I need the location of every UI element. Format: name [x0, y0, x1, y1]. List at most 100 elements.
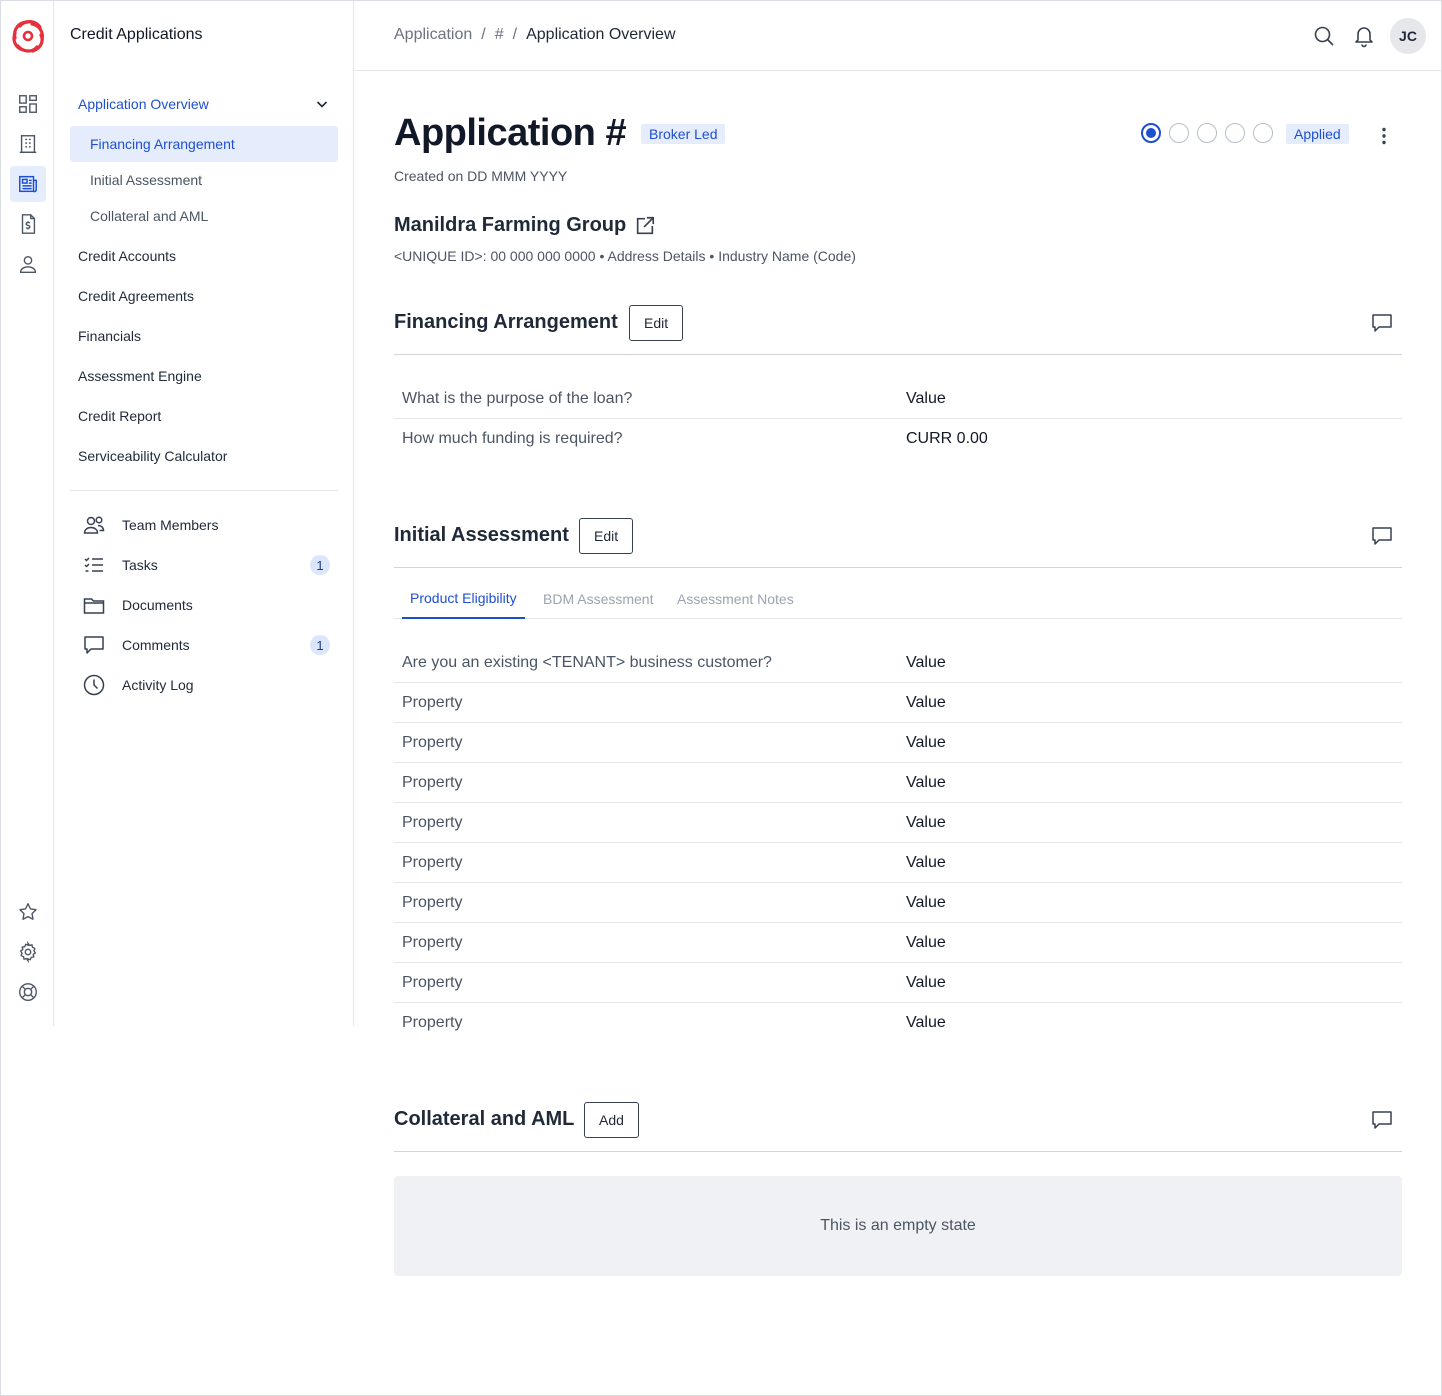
- rail-favourites-button[interactable]: [10, 894, 46, 930]
- company-meta: <UNIQUE ID>: 00 000 000 0000 • Address D…: [394, 248, 856, 264]
- sidebar-item-credit-accounts[interactable]: Credit Accounts: [70, 238, 338, 274]
- tab-assessment-notes[interactable]: Assessment Notes: [677, 578, 794, 619]
- assessment-comment-button[interactable]: [1370, 524, 1394, 548]
- sidebar-item-label: Collateral and AML: [90, 208, 209, 224]
- detail-label: How much funding is required?: [402, 430, 623, 447]
- assessment-section-header: Initial Assessment Edit: [394, 518, 1402, 568]
- detail-row: Property Value: [394, 763, 1402, 803]
- collateral-section-header: Collateral and AML Add: [394, 1102, 1402, 1152]
- detail-label: Are you an existing <TENANT> business cu…: [402, 653, 772, 671]
- sidebar-item-label: Tasks: [122, 557, 158, 573]
- sidebar-item-label: Financials: [78, 328, 142, 344]
- breadcrumb-item-application[interactable]: Application: [394, 26, 472, 44]
- user-icon: [19, 255, 37, 273]
- detail-row: Property Value: [394, 683, 1402, 723]
- comment-icon: [1372, 314, 1392, 332]
- status-step-3[interactable]: [1197, 123, 1217, 143]
- sidebar-item-credit-report[interactable]: Credit Report: [70, 398, 338, 434]
- detail-label: Property: [402, 853, 463, 871]
- applications-icon: [19, 175, 37, 193]
- sidebar-item-comments[interactable]: Comments 1: [82, 627, 330, 663]
- sidebar-item-team-members[interactable]: Team Members: [82, 507, 330, 543]
- detail-value: Value: [906, 813, 946, 831]
- detail-value: Value: [906, 693, 946, 711]
- detail-value: CURR 0.00: [906, 430, 988, 447]
- rail-invoices-button[interactable]: [10, 206, 46, 242]
- status-badge: Applied: [1286, 124, 1349, 144]
- status-step-5[interactable]: [1253, 123, 1273, 143]
- detail-row: Property Value: [394, 723, 1402, 763]
- comment-icon: [1372, 527, 1392, 545]
- collateral-empty-state: This is an empty state: [394, 1176, 1402, 1276]
- comments-count-badge: 1: [310, 635, 330, 655]
- clock-icon: [83, 674, 105, 696]
- breadcrumb-item-id[interactable]: #: [495, 26, 504, 44]
- sidebar-item-label: Documents: [122, 597, 193, 613]
- section-sidebar: Credit Applications Application Overview…: [54, 1, 354, 1026]
- collateral-comment-button[interactable]: [1370, 1108, 1394, 1132]
- rail-help-button[interactable]: [10, 974, 46, 1010]
- team-icon: [83, 516, 105, 534]
- sidebar-item-initial-assessment[interactable]: Initial Assessment: [70, 162, 338, 198]
- tab-bdm-assessment[interactable]: BDM Assessment: [543, 578, 653, 619]
- search-button[interactable]: [1311, 23, 1337, 49]
- financing-comment-button[interactable]: [1370, 311, 1394, 335]
- detail-value: Value: [906, 653, 946, 671]
- sidebar-divider: [70, 490, 338, 491]
- sidebar-item-credit-agreements[interactable]: Credit Agreements: [70, 278, 338, 314]
- company-name-link[interactable]: Manildra Farming Group: [394, 214, 656, 237]
- detail-label: What is the purpose of the loan?: [402, 389, 633, 407]
- status-step-2[interactable]: [1169, 123, 1189, 143]
- rail-contacts-button[interactable]: [10, 246, 46, 282]
- sidebar-section-application-overview[interactable]: Application Overview: [70, 87, 338, 121]
- invoice-dollar-icon: [21, 214, 36, 234]
- detail-value: Value: [906, 773, 946, 791]
- sidebar-item-tasks[interactable]: Tasks 1: [82, 547, 330, 583]
- detail-label: Property: [402, 693, 463, 711]
- top-bar: Application / # / Application Overview J…: [354, 1, 1442, 71]
- detail-value: Value: [906, 733, 946, 751]
- external-link-icon: [637, 216, 655, 234]
- rail-settings-button[interactable]: [10, 934, 46, 970]
- detail-label: Property: [402, 893, 463, 911]
- app-window: Credit Applications Application Overview…: [0, 0, 1442, 1396]
- sidebar-item-activity-log[interactable]: Activity Log: [82, 667, 330, 703]
- detail-row: Are you an existing <TENANT> business cu…: [394, 643, 1402, 683]
- section-title: Financing Arrangement: [394, 311, 618, 333]
- breadcrumb-item-current: Application Overview: [526, 26, 676, 43]
- more-options-button[interactable]: [1372, 124, 1396, 148]
- status-step-1[interactable]: [1141, 123, 1161, 143]
- comment-icon: [1372, 1111, 1392, 1129]
- user-avatar[interactable]: JC: [1390, 18, 1426, 54]
- folder-icon: [83, 598, 105, 614]
- rail-organisations-button[interactable]: [10, 126, 46, 162]
- status-step-4[interactable]: [1225, 123, 1245, 143]
- sidebar-item-assessment-engine[interactable]: Assessment Engine: [70, 358, 338, 394]
- rail-applications-button[interactable]: [10, 166, 46, 202]
- brand-logo-icon[interactable]: [9, 17, 47, 55]
- financing-edit-button[interactable]: Edit: [629, 305, 684, 341]
- detail-value: Value: [906, 853, 946, 871]
- status-stepper: [1141, 123, 1273, 143]
- sidebar-item-serviceability-calculator[interactable]: Serviceability Calculator: [70, 438, 338, 474]
- breadcrumb: Application / # / Application Overview: [394, 26, 676, 44]
- section-title: Collateral and AML: [394, 1108, 575, 1130]
- settings-gear-icon: [19, 941, 37, 963]
- help-lifebuoy-icon: [19, 983, 37, 1001]
- tab-product-eligibility[interactable]: Product Eligibility: [402, 578, 525, 619]
- detail-row: Property Value: [394, 883, 1402, 923]
- sidebar-item-collateral-aml[interactable]: Collateral and AML: [70, 198, 338, 234]
- detail-value: Value: [906, 893, 946, 911]
- sidebar-item-financials[interactable]: Financials: [70, 318, 338, 354]
- sidebar-item-label: Assessment Engine: [78, 368, 202, 384]
- notifications-button[interactable]: [1351, 23, 1377, 49]
- sidebar-item-documents[interactable]: Documents: [82, 587, 330, 623]
- sidebar-item-label: Serviceability Calculator: [78, 448, 228, 464]
- collateral-add-button[interactable]: Add: [584, 1102, 639, 1138]
- rail-dashboard-button[interactable]: [10, 86, 46, 122]
- assessment-edit-button[interactable]: Edit: [579, 518, 634, 554]
- sidebar-item-label: Comments: [122, 637, 190, 653]
- sidebar-item-label: Initial Assessment: [90, 172, 203, 188]
- sidebar-item-financing-arrangement[interactable]: Financing Arrangement: [70, 126, 338, 162]
- assessment-tabs: Product Eligibility BDM Assessment Asses…: [394, 578, 1402, 619]
